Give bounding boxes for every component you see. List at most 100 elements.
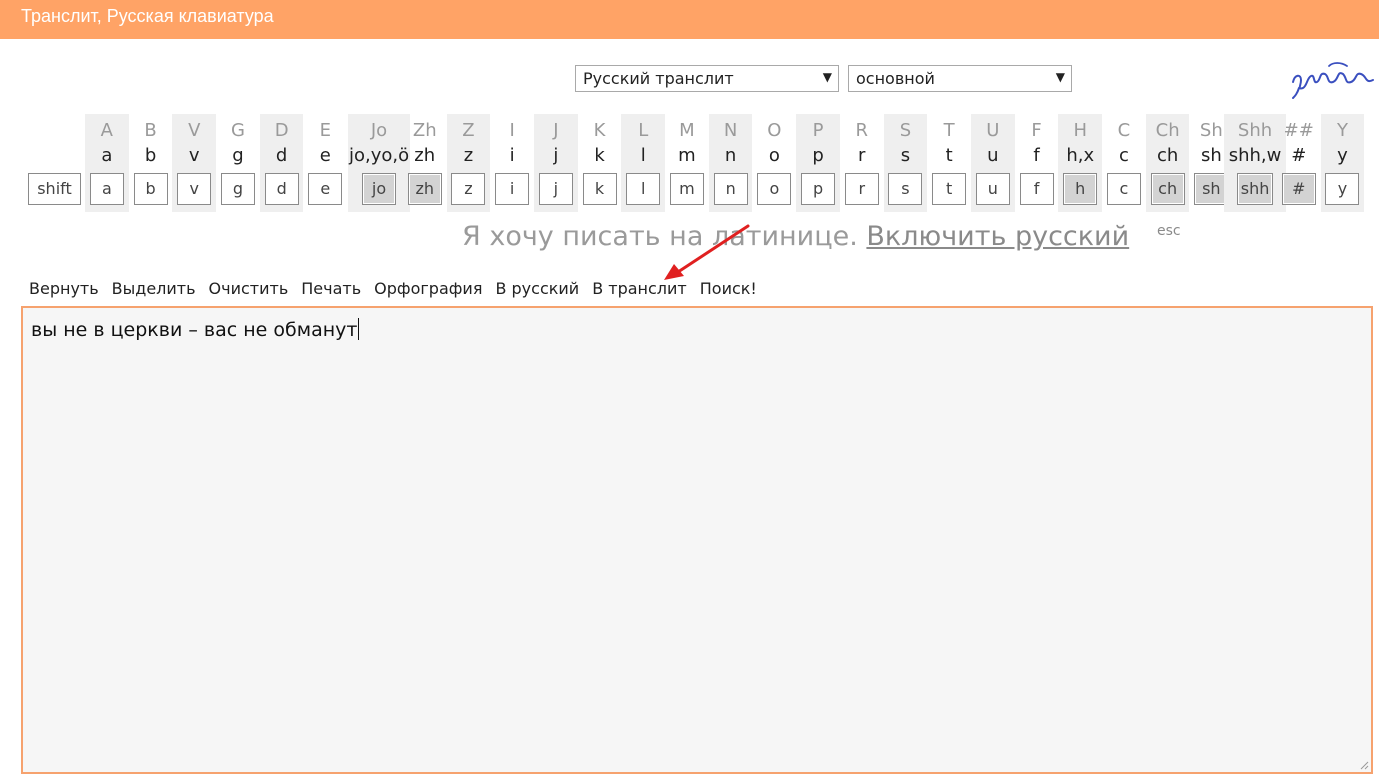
key-lowercase-label: c <box>1118 145 1129 166</box>
toolbar-item[interactable]: Очистить <box>209 279 289 298</box>
keyboard-column: Iii <box>490 114 534 212</box>
key-uppercase-label: G <box>230 120 245 141</box>
key-uppercase-label: A <box>100 120 113 141</box>
keyboard-key[interactable]: k <box>582 173 617 205</box>
key-uppercase-label: V <box>188 120 201 141</box>
keyboard-key[interactable]: l <box>626 173 661 205</box>
key-lowercase-label: p <box>812 145 824 166</box>
keyboard-key[interactable]: zh <box>407 173 442 205</box>
transliteration-keyboard: Aa a Bb b Vv v Gg g Dd d Ee e Jo jo,yo,ö jo Zh zh zh Zz z Ii… <box>0 114 1379 212</box>
keyboard-column: Hh,x h <box>1058 114 1103 212</box>
site-logo[interactable] <box>1289 52 1379 102</box>
key-lowercase-label: t <box>945 145 953 166</box>
key-lowercase-label: o <box>768 145 780 166</box>
keyboard-key[interactable]: jo <box>362 173 397 205</box>
layout-value: основной <box>856 69 935 88</box>
annotation-arrow-icon <box>664 224 750 280</box>
key-uppercase-label: J <box>553 120 559 141</box>
keyboard-column: Eee <box>304 114 348 212</box>
key-lowercase-label: y <box>1337 145 1348 166</box>
shift-key[interactable]: shift <box>28 173 81 205</box>
keyboard-key[interactable]: n <box>713 173 748 205</box>
key-lowercase-label: d <box>275 145 288 166</box>
key-uppercase-label: F <box>1031 120 1042 141</box>
resize-handle-icon[interactable] <box>1359 760 1369 770</box>
key-lowercase-label: jo,yo,ö <box>348 145 410 166</box>
keyboard-column: Fff <box>1015 114 1059 212</box>
key-lowercase-label: m <box>678 145 696 166</box>
key-lowercase-label: a <box>101 145 113 166</box>
key-uppercase-label: L <box>638 120 649 141</box>
keyboard-key[interactable]: u <box>975 173 1010 205</box>
input-mode-line: Я хочу писать на латинице. Включить русс… <box>462 221 1181 252</box>
keyboard-column: Jjj <box>534 114 578 212</box>
key-uppercase-label: M <box>679 120 695 141</box>
key-lowercase-label: e <box>319 145 331 166</box>
text-editor[interactable]: вы не в церкви – вас не обманут <box>21 306 1373 774</box>
keyboard-key[interactable]: c <box>1106 173 1141 205</box>
keyboard-key[interactable]: m <box>669 173 704 205</box>
keyboard-key[interactable]: o <box>757 173 792 205</box>
keyboard-key[interactable]: y <box>1325 173 1360 205</box>
keyboard-column: Uuu <box>971 114 1015 212</box>
keyboard-key[interactable]: b <box>133 173 168 205</box>
keyboard-column: ## # # <box>1277 114 1321 212</box>
transliteration-mode-value: Русский транслит <box>583 69 734 88</box>
key-lowercase-label: i <box>509 145 515 166</box>
key-lowercase-label: zh <box>414 145 436 166</box>
keyboard-key[interactable]: f <box>1019 173 1054 205</box>
toolbar-item[interactable]: Орфография <box>374 279 482 298</box>
key-uppercase-label: U <box>986 120 1000 141</box>
key-uppercase-label: Z <box>462 120 475 141</box>
keyboard-key[interactable]: d <box>264 173 299 205</box>
keyboard-key[interactable]: p <box>801 173 836 205</box>
keyboard-key[interactable]: z <box>451 173 486 205</box>
keyboard-column: Vvv <box>172 114 217 212</box>
keyboard-key[interactable]: a <box>89 173 124 205</box>
keyboard-key[interactable]: # <box>1281 173 1316 205</box>
keyboard-key[interactable]: v <box>177 173 212 205</box>
keyboard-column: Ttt <box>927 114 971 212</box>
keyboard-column: Ddd <box>259 114 304 212</box>
key-uppercase-label: Jo <box>370 120 388 141</box>
key-uppercase-label: D <box>274 120 289 141</box>
key-lowercase-label: u <box>987 145 999 166</box>
keyboard-column: Bbb <box>129 114 173 212</box>
key-lowercase-label: l <box>640 145 646 166</box>
key-lowercase-label: g <box>232 145 244 166</box>
keyboard-key[interactable]: t <box>932 173 967 205</box>
key-lowercase-label: r <box>858 145 866 166</box>
keyboard-key[interactable]: s <box>888 173 923 205</box>
keyboard-key[interactable]: ch <box>1150 173 1185 205</box>
keyboard-column: Lll <box>621 114 666 212</box>
layout-select[interactable]: основной ▼ <box>848 65 1072 92</box>
key-uppercase-label: N <box>723 120 738 141</box>
key-uppercase-label: T <box>943 120 955 141</box>
keyboard-column: Yyy <box>1320 114 1365 212</box>
keyboard-column: Nnn <box>708 114 753 212</box>
keyboard-column: Ccc <box>1102 114 1146 212</box>
key-lowercase-label: v <box>188 145 200 166</box>
toolbar-item[interactable]: Выделить <box>112 279 196 298</box>
keyboard-key[interactable]: shh <box>1237 173 1274 205</box>
key-lowercase-label: z <box>463 145 474 166</box>
key-uppercase-label: B <box>144 120 157 141</box>
esc-hint: esc <box>1157 223 1181 239</box>
key-uppercase-label: H <box>1073 120 1087 141</box>
toolbar-item[interactable]: В русский <box>495 279 579 298</box>
keyboard-key[interactable]: i <box>495 173 530 205</box>
toolbar-item[interactable]: Печать <box>301 279 361 298</box>
toolbar-item[interactable]: Вернуть <box>29 279 99 298</box>
keyboard-key[interactable]: h <box>1063 173 1098 205</box>
key-lowercase-label: # <box>1291 145 1307 166</box>
key-uppercase-label: O <box>767 120 782 141</box>
transliteration-mode-select[interactable]: Русский транслит ▼ <box>575 65 839 92</box>
keyboard-column: Zzz <box>446 114 491 212</box>
dropdown-arrow-icon: ▼ <box>1055 70 1065 84</box>
keyboard-key[interactable]: j <box>538 173 573 205</box>
keyboard-key[interactable]: g <box>220 173 255 205</box>
enable-russian-link[interactable]: Включить русский <box>866 221 1129 252</box>
keyboard-key[interactable]: r <box>844 173 879 205</box>
text-caret <box>358 318 360 340</box>
keyboard-key[interactable]: e <box>308 173 343 205</box>
